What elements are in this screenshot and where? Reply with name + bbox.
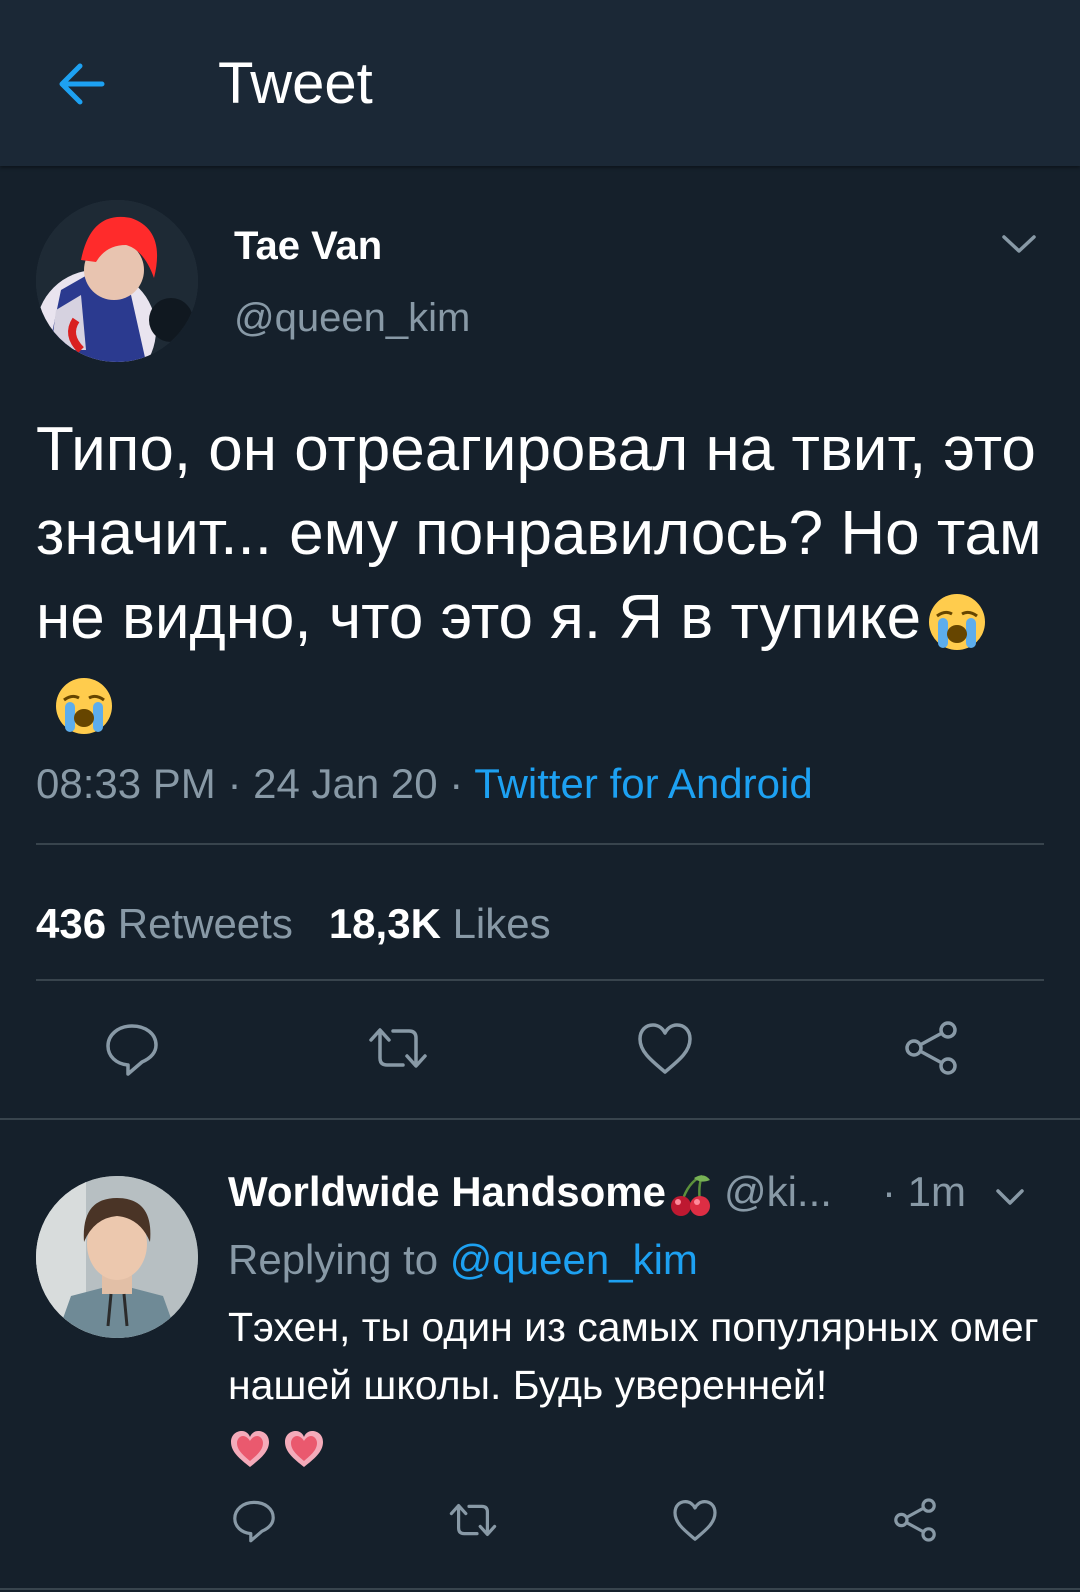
reply-header: Worldwide Handsome @ki... (228, 1168, 832, 1218)
meta-separator: · (449, 760, 464, 807)
replying-mention-link[interactable]: @queen_kim (450, 1236, 698, 1283)
author-handle[interactable]: @queen_kim (234, 296, 470, 341)
reply-button[interactable] (102, 1018, 162, 1083)
retweet-icon (449, 1504, 497, 1536)
author-avatar[interactable] (36, 200, 198, 362)
loudly-crying-face-emoji-1 (925, 590, 989, 654)
tweet-text-content: Типо, он отреагировал на твит, это значи… (36, 415, 1042, 652)
retweets-stat[interactable]: 436 Retweets (36, 900, 293, 947)
reply-author-handle[interactable]: @ki... (724, 1168, 832, 1215)
comment-icon (233, 1500, 275, 1543)
section-divider (0, 1588, 1080, 1590)
replying-label: Replying to (228, 1236, 439, 1283)
loudly-crying-face-emoji-2 (52, 674, 116, 738)
app-header: Tweet (0, 0, 1080, 166)
arrow-left-icon (59, 63, 105, 105)
section-divider (0, 1118, 1080, 1120)
tweet-options-button[interactable] (1000, 232, 1038, 256)
reply-author-avatar[interactable] (36, 1176, 198, 1338)
reply-retweet-button[interactable] (446, 1496, 500, 1549)
heart-icon (673, 1500, 717, 1541)
chevron-down-icon (1002, 235, 1036, 253)
comment-icon (106, 1024, 158, 1076)
share-icon (894, 1498, 936, 1542)
likes-stat[interactable]: 18,3K Likes (329, 900, 551, 947)
back-button[interactable] (52, 52, 116, 116)
reply-like-button[interactable] (670, 1496, 720, 1549)
retweets-count: 436 (36, 900, 107, 947)
reply-reply-button[interactable] (230, 1496, 278, 1549)
tweet-time: 08:33 PM (36, 760, 216, 807)
tweet-source-link[interactable]: Twitter for Android (474, 760, 812, 807)
pink-heart-emoji-1 (228, 1427, 272, 1471)
reply-text: Тэхен, ты один из самых популярных омег … (228, 1298, 1058, 1472)
chevron-down-icon (996, 1189, 1024, 1205)
reply-time: · 1m (882, 1168, 966, 1215)
share-button[interactable] (900, 1018, 962, 1083)
share-icon (905, 1021, 957, 1075)
tweet-text: Типо, он отреагировал на твит, это значи… (36, 408, 1046, 744)
tweet-stats: 436 Retweets 18,3K Likes (36, 900, 551, 948)
likes-count: 18,3K (328, 900, 441, 947)
divider (36, 843, 1044, 845)
heart-icon (638, 1023, 692, 1074)
author-display-name[interactable]: Tae Van (234, 224, 382, 269)
meta-separator: · (227, 760, 242, 807)
replying-to: Replying to @queen_kim (228, 1236, 698, 1284)
reply-author-name[interactable]: Worldwide Handsome (228, 1168, 666, 1215)
pink-heart-emoji-2 (282, 1427, 326, 1471)
reply-share-button[interactable] (890, 1496, 940, 1549)
likes-label: Likes (452, 900, 551, 947)
reply-options-button[interactable] (994, 1186, 1026, 1208)
reply-text-content: Тэхен, ты один из самых популярных омег … (228, 1304, 1039, 1408)
cherries-emoji (668, 1172, 714, 1218)
page-title: Tweet (218, 51, 373, 116)
divider (36, 979, 1044, 981)
retweets-label: Retweets (117, 900, 293, 947)
tweet-meta: 08:33 PM · 24 Jan 20 · Twitter for Andro… (36, 760, 813, 808)
tweet-date: 24 Jan 20 (253, 760, 438, 807)
retweet-icon (369, 1028, 427, 1068)
retweet-button[interactable] (365, 1018, 431, 1083)
like-button[interactable] (634, 1018, 696, 1083)
